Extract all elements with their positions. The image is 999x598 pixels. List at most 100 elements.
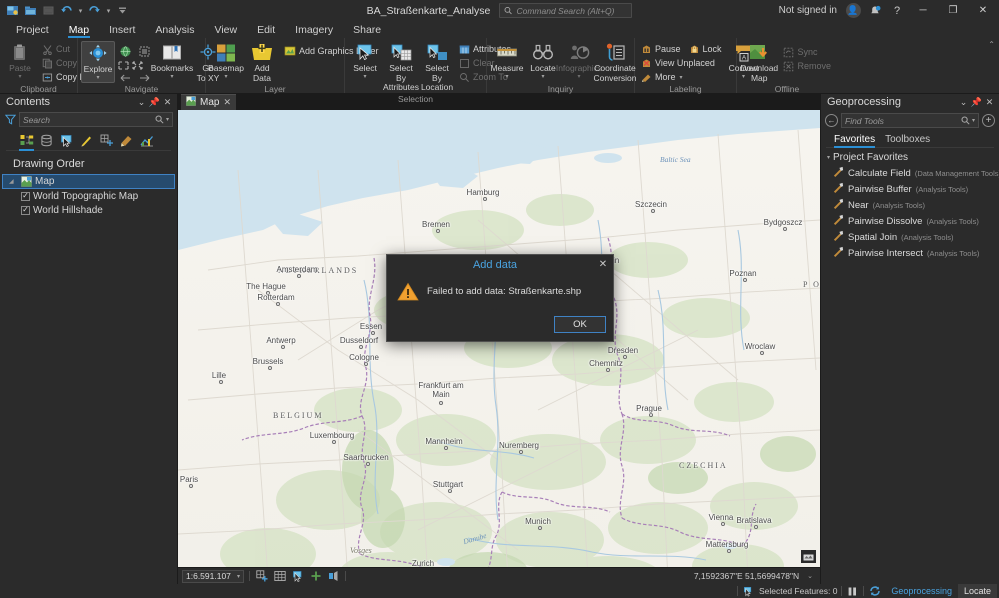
list-by-drawing-order-icon[interactable] (18, 132, 35, 151)
ribbon-tab-view[interactable]: View (205, 22, 248, 38)
map-tab[interactable]: Map ✕ (181, 94, 236, 110)
coordinate-conversion-button[interactable]: Coordinate Conversion (594, 41, 637, 84)
command-search-box[interactable] (499, 3, 633, 18)
minimize-button[interactable]: ─ (909, 0, 937, 21)
dock-tab-locate[interactable]: Locate (957, 584, 997, 598)
list-by-editing-icon[interactable] (78, 132, 95, 148)
download-map-button[interactable]: Download Map (740, 41, 778, 84)
infographics-dropdown-caret-icon[interactable]: ▾ (577, 74, 580, 80)
select-button[interactable]: Select ▾ (348, 41, 382, 81)
sync-button[interactable]: Sync (780, 45, 834, 59)
coordinates-caret-icon[interactable]: ⌄ (804, 572, 816, 580)
ribbon-tab-share[interactable]: Share (343, 22, 391, 38)
explore-dropdown-caret-icon[interactable]: ▾ (96, 75, 99, 81)
remove-offline-button[interactable]: Remove (780, 59, 834, 73)
snapping-icon[interactable] (327, 570, 340, 583)
collapse-ribbon-icon[interactable]: ⌃ (988, 40, 995, 49)
redo-dropdown-caret-icon[interactable]: ▾ (104, 2, 113, 19)
select-by-attributes-button[interactable]: Select By Attributes (383, 41, 419, 94)
geoprocessing-close-icon[interactable]: ✕ (983, 95, 996, 109)
undo-dropdown-caret-icon[interactable]: ▾ (76, 2, 85, 19)
pause-labeling-button[interactable]: Pause (638, 42, 684, 56)
paste-button[interactable]: Paste ▾ (3, 41, 37, 81)
contents-search-caret-icon[interactable]: ▾ (166, 116, 169, 123)
geoprocessing-pin-icon[interactable]: 📌 (970, 95, 983, 109)
map-tab-close-icon[interactable]: ✕ (223, 97, 231, 108)
project-favorites-caret-icon[interactable]: ▾ (827, 154, 830, 161)
geoprocessing-back-icon[interactable]: ← (825, 114, 838, 127)
sign-in-status[interactable]: Not signed in (779, 5, 837, 16)
attribute-table-icon[interactable] (273, 570, 286, 583)
tab-toolboxes[interactable]: Toolboxes (885, 134, 930, 147)
list-by-data-source-icon[interactable] (38, 132, 55, 148)
new-project-icon[interactable] (40, 2, 57, 19)
close-button[interactable]: ✕ (969, 0, 997, 21)
add-toolbox-icon[interactable]: + (982, 114, 995, 127)
command-search-input[interactable] (516, 5, 628, 16)
toc-checkbox-world-topographic-map[interactable]: ✓ (21, 191, 30, 201)
open-project-icon[interactable] (22, 2, 39, 19)
geoprocessing-menu-caret-icon[interactable]: ⌄ (957, 95, 970, 109)
list-by-charts-icon[interactable] (138, 132, 155, 148)
find-tools-caret-icon[interactable]: ▾ (972, 117, 975, 124)
bookmarks-dropdown-caret-icon[interactable]: ▾ (170, 74, 173, 80)
dock-tab-geoprocessing[interactable]: Geoprocessing (885, 584, 958, 598)
map-scale-selector[interactable]: 1:6.591.107 ▾ (182, 569, 244, 583)
contents-close-icon[interactable]: ✕ (161, 95, 174, 109)
contents-search-box[interactable]: ▾ (19, 112, 173, 127)
refresh-drawing-icon[interactable] (868, 585, 881, 598)
undo-icon[interactable] (58, 2, 75, 19)
redo-icon[interactable] (86, 2, 103, 19)
pause-drawing-icon[interactable] (846, 585, 859, 598)
list-by-snapping-icon[interactable] (98, 132, 115, 148)
select-dropdown-caret-icon[interactable]: ▾ (363, 74, 366, 80)
project-favorites-section[interactable]: ▾ Project Favorites (821, 148, 999, 165)
map-scale-caret-icon[interactable]: ▾ (237, 573, 240, 580)
ribbon-tab-edit[interactable]: Edit (247, 22, 285, 38)
dialog-close-icon[interactable]: ✕ (595, 257, 611, 273)
help-icon[interactable]: ? (887, 1, 907, 20)
infographics-button[interactable]: Infographics ▾ (556, 41, 602, 81)
expand-map-caret-icon[interactable]: ◢ (9, 178, 18, 185)
full-extent-button[interactable] (117, 43, 134, 59)
measure-dropdown-caret-icon[interactable]: ▾ (505, 74, 508, 80)
select-by-location-button[interactable]: Select By Location (420, 41, 454, 94)
view-unplaced-button[interactable]: View Unplaced (638, 56, 725, 70)
add-grid-icon[interactable] (255, 570, 268, 583)
save-project-icon[interactable] (4, 2, 21, 19)
basemap-dropdown-caret-icon[interactable]: ▾ (224, 74, 227, 80)
toc-checkbox-world-hillshade[interactable]: ✓ (21, 205, 30, 215)
labeling-more-button[interactable]: More ▾ (638, 70, 725, 84)
locate-button[interactable]: Locate ▾ (526, 41, 560, 81)
map-overview-icon[interactable] (801, 550, 816, 563)
bookmarks-button[interactable]: Bookmarks ▾ (151, 41, 193, 81)
locate-dropdown-caret-icon[interactable]: ▾ (541, 74, 544, 80)
ribbon-tab-insert[interactable]: Insert (99, 22, 145, 38)
customize-qat-icon[interactable] (114, 2, 131, 19)
geoprocessing-tool-item[interactable]: Pairwise Intersect (Analysis Tools) (821, 245, 999, 261)
toc-item-map[interactable]: ◢ Map (2, 174, 175, 189)
previous-extent-thumbnail-button[interactable] (136, 43, 153, 59)
ribbon-tab-map[interactable]: Map (59, 22, 99, 38)
labeling-more-caret-icon[interactable]: ▾ (680, 74, 683, 81)
add-data-button[interactable]: Add Data (245, 41, 279, 84)
filter-icon[interactable] (4, 114, 16, 126)
toc-item-world-topographic-map[interactable]: ✓ World Topographic Map (2, 189, 175, 203)
find-tools-input[interactable] (845, 115, 959, 126)
add-point-icon[interactable] (309, 570, 322, 583)
account-avatar[interactable]: 👤 (843, 1, 863, 20)
list-by-selection-icon[interactable] (58, 132, 75, 148)
contents-menu-caret-icon[interactable]: ⌄ (135, 95, 148, 109)
selection-tool-icon[interactable] (291, 570, 304, 583)
geoprocessing-tool-item[interactable]: Pairwise Dissolve (Analysis Tools) (821, 213, 999, 229)
geoprocessing-tool-item[interactable]: Near (Analysis Tools) (821, 197, 999, 213)
geoprocessing-tool-item[interactable]: Pairwise Buffer (Analysis Tools) (821, 181, 999, 197)
explore-button[interactable]: Explore ▾ (81, 41, 115, 83)
restore-button[interactable]: ❐ (939, 0, 967, 21)
list-by-labeling-icon[interactable] (118, 132, 135, 148)
ribbon-tab-analysis[interactable]: Analysis (145, 22, 204, 38)
dialog-ok-button[interactable]: OK (554, 316, 606, 333)
geoprocessing-search-box[interactable]: ▾ (841, 113, 979, 128)
measure-button[interactable]: Measure ▾ (490, 41, 524, 81)
basemap-button[interactable]: Basemap ▾ (208, 41, 244, 81)
